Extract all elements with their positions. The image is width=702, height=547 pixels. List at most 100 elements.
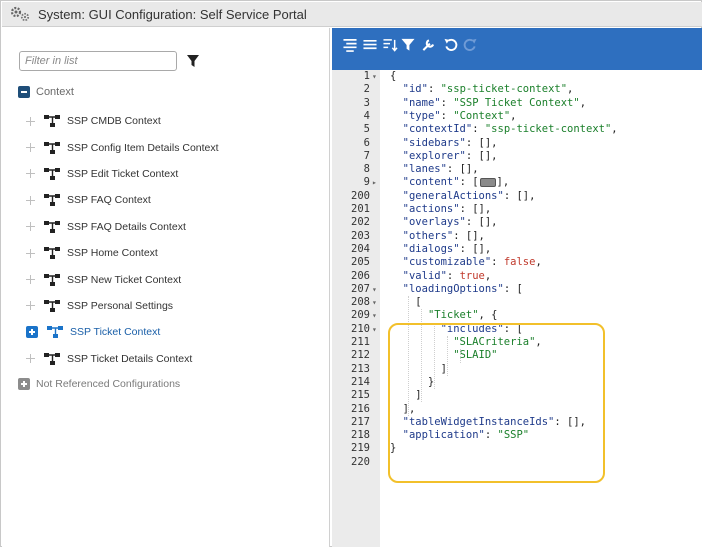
tree-root-context[interactable]: Context	[18, 82, 318, 102]
fold-toggle-icon[interactable]: ▸	[372, 176, 377, 189]
code-line: 220	[332, 456, 702, 469]
expand-icon[interactable]	[26, 248, 35, 258]
config-tree: Context SSP CMDB Context SSP Config Item …	[18, 82, 318, 396]
collapse-icon[interactable]	[18, 86, 30, 98]
tree-item[interactable]: SSP Ticket Details Context	[18, 346, 318, 372]
code-line: 4 "type": "Context",	[332, 110, 702, 123]
tree-item[interactable]: SSP Personal Settings	[18, 293, 318, 319]
code-line: 202 "overlays": [],	[332, 216, 702, 229]
code-text: "application": "SSP"	[390, 429, 529, 442]
line-number: 1	[363, 70, 370, 82]
code-token: "others"	[402, 229, 454, 242]
redo-icon[interactable]	[462, 38, 478, 52]
indent-guide	[408, 296, 409, 416]
hierarchy-icon	[44, 352, 61, 365]
undo-icon[interactable]	[443, 38, 459, 52]
fold-toggle-icon[interactable]: ▾	[372, 296, 377, 309]
fold-toggle-icon[interactable]: ▾	[372, 70, 377, 83]
code-line: 201 "actions": [],	[332, 203, 702, 216]
tree-item[interactable]: SSP CMDB Context	[18, 108, 318, 134]
gears-icon	[10, 6, 32, 22]
code-token: "id"	[402, 83, 428, 96]
line-number: 212	[351, 349, 370, 362]
fold-toggle-icon[interactable]: ▾	[372, 323, 377, 336]
code-token: "valid"	[402, 269, 447, 282]
filter-funnel-icon[interactable]	[187, 54, 199, 68]
tree-item[interactable]: SSP Ticket Context	[18, 319, 318, 345]
tree-item[interactable]: SSP Edit Ticket Context	[18, 161, 318, 187]
expand-icon[interactable]	[26, 195, 35, 205]
format-icon[interactable]	[342, 38, 358, 52]
code-line: 208 ▾ [	[332, 296, 702, 309]
expand-icon[interactable]	[26, 354, 35, 364]
code-token: ,	[611, 123, 618, 136]
indent-guide	[460, 349, 461, 363]
code-line: 206 "valid": true,	[332, 270, 702, 283]
line-number: 211	[351, 336, 370, 348]
collapsed-content-icon[interactable]	[479, 177, 496, 187]
expand-icon[interactable]	[26, 301, 35, 311]
line-number: 208	[351, 296, 370, 309]
code-text: "lanes": [],	[390, 163, 479, 176]
code-text: "customizable": false,	[390, 256, 542, 269]
code-token: ,	[484, 269, 492, 282]
line-number: 8	[363, 163, 370, 176]
repair-icon[interactable]	[420, 38, 436, 52]
tree-item[interactable]: SSP Config Item Details Context	[18, 134, 318, 160]
hierarchy-icon	[47, 326, 64, 339]
editor-toolbar	[332, 28, 702, 70]
tree-item-label: SSP Ticket Details Context	[67, 352, 193, 365]
line-number: 216	[351, 402, 370, 415]
code-line: 214 }	[332, 376, 702, 389]
expand-icon[interactable]	[26, 143, 35, 153]
code-line: 216 ],	[332, 403, 702, 416]
code-token: : [],	[459, 242, 492, 255]
code-text: "generalActions": [],	[390, 190, 536, 203]
code-token: "explorer"	[402, 149, 466, 162]
code-editor[interactable]: 1 ▾{2 "id": "ssp-ticket-context", 3 "name"…	[332, 70, 702, 547]
code-token: false	[503, 256, 536, 269]
code-token: "dialogs"	[402, 242, 460, 255]
compact-icon[interactable]	[362, 38, 378, 52]
tree-item[interactable]: SSP FAQ Details Context	[18, 214, 318, 240]
expand-icon[interactable]	[18, 377, 30, 390]
code-token: "actions"	[402, 203, 460, 215]
line-number: 2	[363, 83, 370, 96]
filter-icon[interactable]	[400, 38, 416, 52]
expand-icon[interactable]	[26, 275, 35, 285]
sort-icon[interactable]	[382, 38, 398, 52]
code-token: : [],	[465, 136, 498, 149]
expand-icon[interactable]	[26, 326, 38, 339]
code-text: [	[390, 296, 421, 309]
tree-item[interactable]: SSP Home Context	[18, 240, 318, 266]
code-token: : [],	[453, 229, 485, 242]
expand-icon[interactable]	[26, 222, 35, 232]
code-token: : [],	[459, 203, 492, 215]
line-number: 220	[351, 455, 370, 468]
filter-input[interactable]	[19, 51, 177, 71]
expand-icon[interactable]	[26, 116, 35, 126]
line-number: 215	[351, 389, 370, 402]
expand-icon[interactable]	[26, 169, 35, 179]
code-token: true	[459, 269, 485, 282]
line-number: 200	[351, 189, 370, 202]
line-number: 219	[351, 442, 370, 455]
code-token: : [],	[554, 415, 586, 428]
fold-toggle-icon[interactable]: ▾	[372, 283, 377, 296]
code-text: "sidebars": [],	[390, 136, 498, 150]
fold-toggle-icon[interactable]: ▾	[372, 309, 377, 322]
tree-item[interactable]: SSP New Ticket Context	[18, 266, 318, 292]
line-number: 3	[363, 96, 370, 109]
code-token: "name"	[402, 96, 441, 109]
line-number: 201	[351, 203, 370, 215]
tree-item-not-referenced[interactable]: Not Referenced Configurations	[18, 372, 318, 396]
code-token: : [],	[465, 149, 498, 162]
tree-item[interactable]: SSP FAQ Context	[18, 187, 318, 213]
